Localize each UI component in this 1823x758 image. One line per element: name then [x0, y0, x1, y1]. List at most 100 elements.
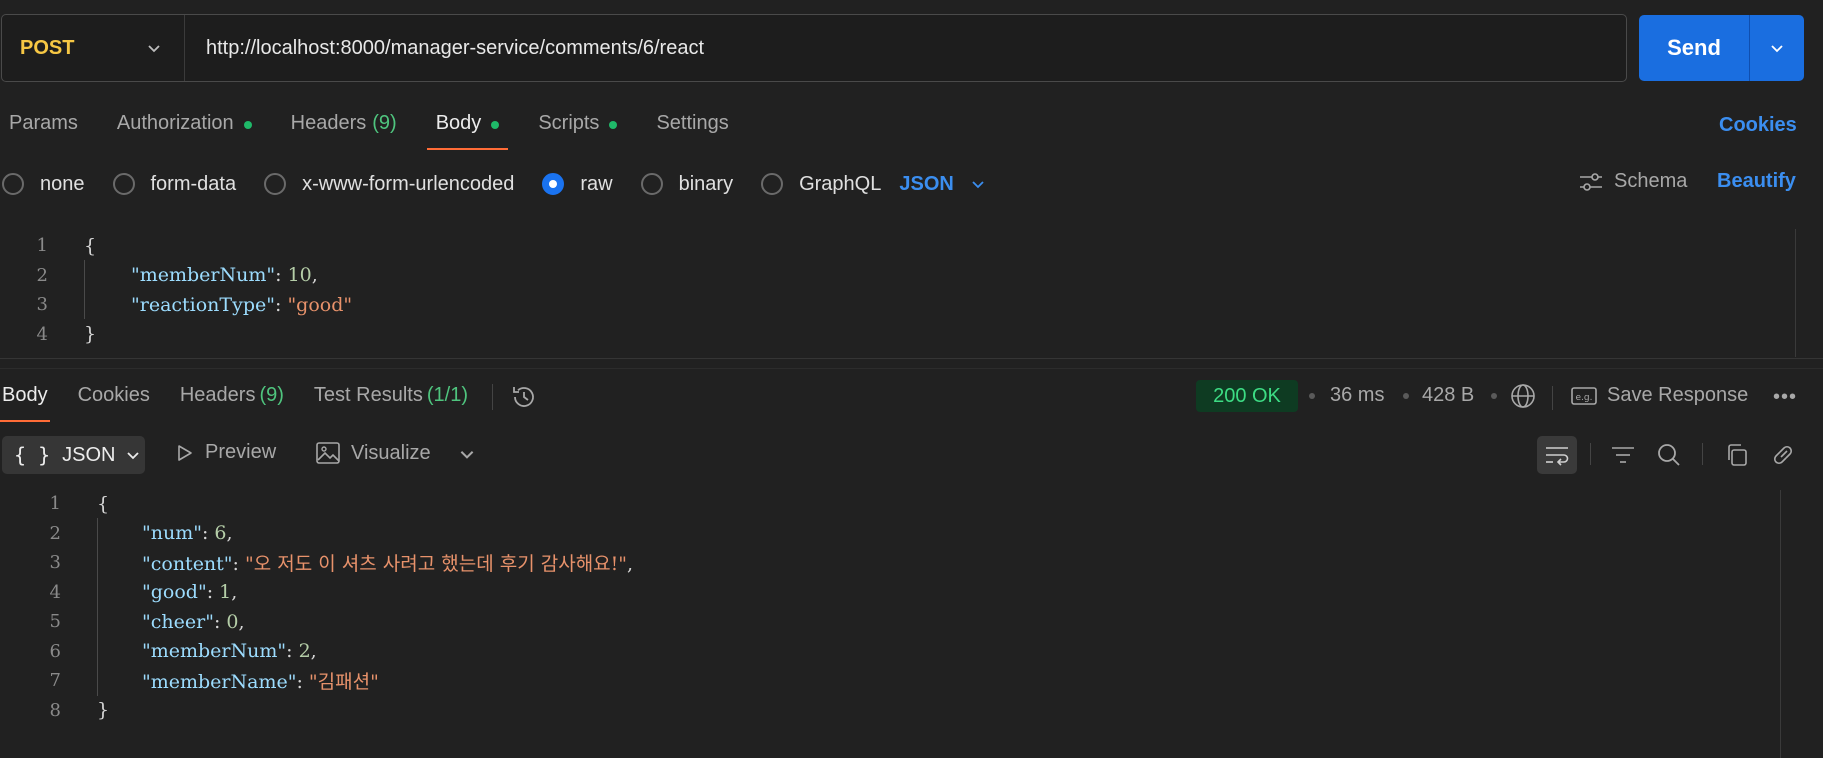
radio-label: GraphQL [799, 172, 882, 195]
radio-circle [640, 173, 663, 195]
response-size[interactable]: 428 B [1422, 384, 1474, 407]
raw-format-label: JSON [899, 172, 954, 195]
chevron-down-icon [972, 181, 984, 189]
tab-label: Params [9, 112, 78, 134]
response-viewer-scrollbar[interactable] [1780, 490, 1781, 758]
save-response-button[interactable]: e.g. Save Response [1571, 384, 1748, 407]
radio-circle [2, 173, 24, 195]
radio-form-data[interactable]: form-data [112, 173, 236, 196]
beautify-button[interactable]: Beautify [1717, 170, 1796, 193]
json-key: "reactionType" [131, 293, 275, 316]
response-tabs: Body Cookies Headers (9) Test Results (1/1… [0, 384, 496, 422]
preview-button[interactable]: Preview [173, 441, 276, 464]
json-comma: , [311, 264, 318, 287]
method-label: POST [20, 36, 75, 59]
json-value: 0 [226, 610, 239, 633]
code-text: "content": "오 저도 이 셔츠 사려고 했는데 후기 감사해요!", [142, 553, 634, 576]
code-line: 4 "good": 1, [0, 578, 633, 608]
pane-divider[interactable] [0, 358, 1823, 359]
tab-count: (9) [372, 112, 397, 134]
radio-circle [112, 173, 135, 195]
method-select[interactable]: POST [2, 15, 185, 81]
radio-label: binary [678, 172, 734, 195]
response-format-label: JSON [62, 443, 116, 466]
code-text: } [97, 699, 110, 722]
divider [492, 384, 493, 410]
radio-urlencoded[interactable]: x-www-form-urlencoded [264, 173, 514, 196]
copy-icon[interactable] [1724, 443, 1750, 467]
separator-dot [1491, 393, 1497, 399]
wrap-lines-button[interactable] [1537, 436, 1577, 474]
response-tab-test-results[interactable]: Test Results (1/1) [312, 384, 470, 422]
code-text: "num": 6, [142, 522, 233, 545]
response-format-select[interactable]: { } JSON [2, 436, 145, 474]
url-input[interactable] [185, 15, 1626, 81]
line-number: 2 [36, 264, 48, 286]
radio-none[interactable]: none [2, 173, 85, 196]
schema-button[interactable]: Schema [1578, 170, 1687, 193]
raw-format-select[interactable]: JSON [899, 173, 985, 196]
send-options-button[interactable] [1750, 15, 1804, 81]
response-time[interactable]: 36 ms [1330, 384, 1384, 407]
status-dot [609, 121, 618, 129]
search-icon[interactable] [1656, 443, 1682, 467]
globe-icon[interactable] [1509, 382, 1537, 410]
line-number: 3 [49, 552, 61, 574]
tab-label: Settings [656, 112, 729, 134]
code-line: 5 "cheer": 0, [0, 607, 633, 637]
tab-authorization[interactable]: Authorization [108, 112, 261, 152]
line-number: 4 [36, 323, 48, 345]
divider [1702, 443, 1703, 465]
json-value: "김패션" [308, 671, 379, 694]
line-number: 2 [49, 522, 61, 544]
wrap-icon [1546, 447, 1569, 466]
json-value: 1 [219, 581, 232, 604]
radio-graphql[interactable]: GraphQL [761, 173, 881, 196]
filter-icon[interactable] [1610, 443, 1636, 467]
tab-label: Body [2, 384, 48, 406]
send-button[interactable]: Send [1639, 15, 1750, 81]
line-number: 7 [49, 670, 61, 692]
tab-params[interactable]: Params [0, 112, 87, 152]
more-options-button[interactable]: ••• [1773, 386, 1797, 409]
save-response-label: Save Response [1607, 384, 1749, 406]
code-line: 6 "memberNum": 2, [0, 637, 633, 667]
tab-body[interactable]: Body [426, 112, 509, 152]
radio-label: x-www-form-urlencoded [302, 172, 515, 195]
json-key: "memberNum" [131, 264, 276, 287]
visualize-button[interactable]: Visualize [315, 441, 431, 465]
response-tab-headers[interactable]: Headers (9) [178, 384, 286, 422]
response-tab-cookies[interactable]: Cookies [76, 384, 152, 422]
code-line: 1 { [0, 231, 352, 261]
json-key: "content" [142, 553, 233, 576]
status-dot [491, 121, 500, 129]
response-body-viewer[interactable]: 1 { 2 "num": 6, 3 "content": "오 저도 이 셔츠 … [0, 489, 634, 725]
request-editor-scrollbar[interactable] [1795, 229, 1796, 357]
radio-raw[interactable]: raw [542, 173, 613, 196]
divider [1590, 443, 1591, 465]
status-dot [243, 121, 252, 129]
chevron-down-icon [1771, 45, 1783, 53]
chevron-down-icon[interactable] [458, 445, 476, 463]
tab-headers[interactable]: Headers (9) [282, 112, 406, 152]
request-body-editor[interactable]: 1 { 2 "memberNum": 10, 3 "reactionType":… [0, 231, 353, 349]
tab-label: Headers [290, 112, 367, 134]
tab-settings[interactable]: Settings [647, 112, 737, 152]
code-text: "memberName": "김패션" [142, 671, 379, 694]
code-line: 3 "content": "오 저도 이 셔츠 사려고 했는데 후기 감사해요!… [0, 548, 634, 578]
json-comma: , [226, 522, 233, 545]
tab-label: Test Results [313, 384, 423, 406]
status-badge[interactable]: 200 OK [1196, 380, 1298, 412]
radio-label: none [40, 172, 85, 195]
json-key: "memberName" [142, 671, 297, 694]
cookies-link[interactable]: Cookies [1719, 114, 1797, 137]
link-icon[interactable] [1770, 443, 1796, 467]
send-button-group: Send [1639, 15, 1804, 81]
tab-label: Headers [179, 384, 256, 406]
response-tab-body[interactable]: Body [0, 384, 50, 422]
tab-label: Authorization [116, 112, 234, 134]
code-line: 3 "reactionType": "good" [0, 290, 353, 320]
tab-scripts[interactable]: Scripts [529, 112, 626, 152]
history-icon[interactable] [510, 383, 538, 411]
radio-binary[interactable]: binary [640, 172, 734, 196]
